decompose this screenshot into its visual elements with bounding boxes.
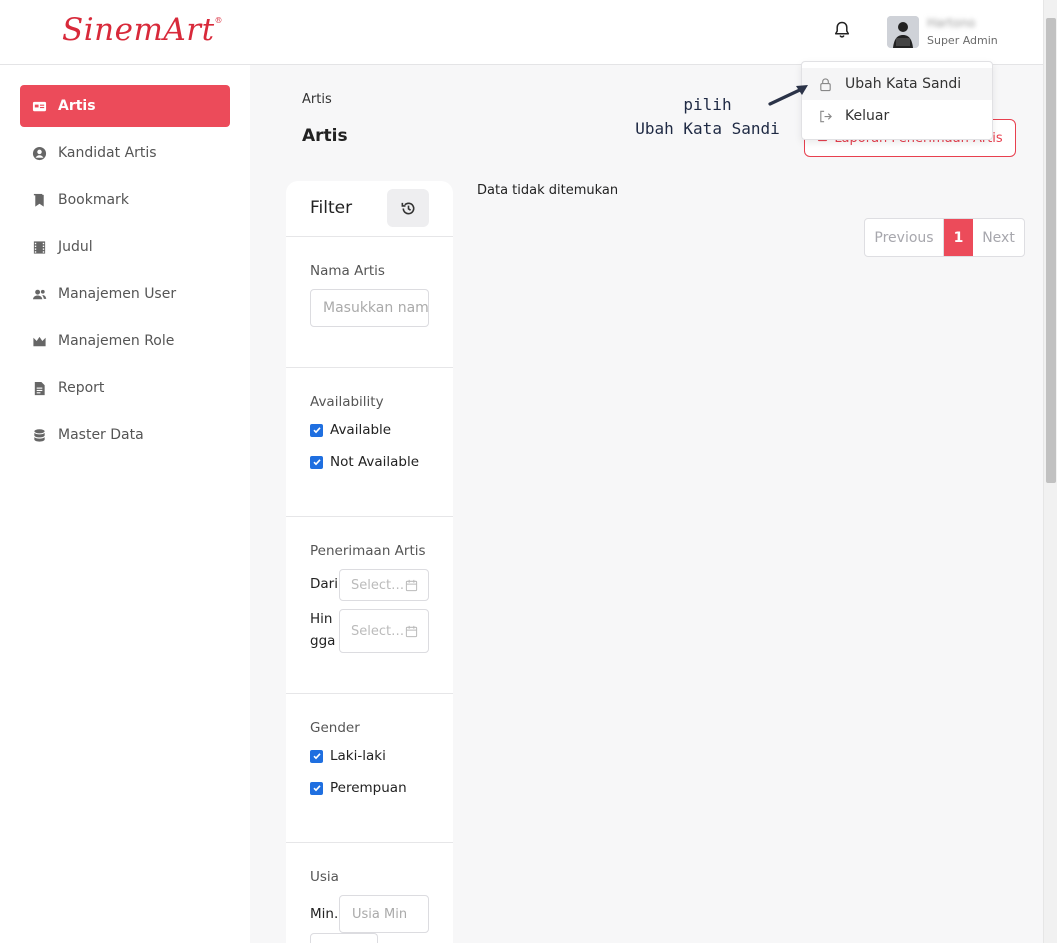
users-icon xyxy=(31,286,47,302)
user-role: Super Admin xyxy=(927,34,998,47)
pagination-next[interactable]: Next xyxy=(973,219,1024,256)
page-title: Artis xyxy=(302,126,348,146)
sidebar: Artis Kandidat Artis Bookmark Judul Mana… xyxy=(0,65,250,943)
page-scrollbar[interactable] xyxy=(1043,0,1057,943)
sidebar-item-kandidat-artis[interactable]: Kandidat Artis xyxy=(20,132,230,174)
checkbox-checked-icon xyxy=(310,423,323,437)
nama-artis-label: Nama Artis xyxy=(310,263,385,279)
hingga-label-line: Hin xyxy=(310,611,333,627)
nama-artis-input[interactable]: Masukkan nama xyxy=(310,289,429,327)
logout-menu-item[interactable]: Keluar xyxy=(802,100,992,132)
document-icon xyxy=(31,380,47,396)
sidebar-item-label: Report xyxy=(58,380,105,396)
penerimaan-artis-label: Penerimaan Artis xyxy=(310,543,426,559)
gender-label: Gender xyxy=(310,720,360,736)
sidebar-item-bookmark[interactable]: Bookmark xyxy=(20,179,230,221)
sidebar-item-master-data[interactable]: Master Data xyxy=(20,414,230,456)
user-menu-dropdown: Ubah Kata Sandi Keluar xyxy=(801,61,993,140)
filter-header: Filter xyxy=(286,181,453,237)
pagination-previous[interactable]: Previous xyxy=(865,219,944,256)
notification-bell-icon[interactable] xyxy=(832,20,852,40)
section-divider xyxy=(286,693,453,694)
bookmark-icon xyxy=(31,192,47,208)
sidebar-item-label: Artis xyxy=(58,98,96,114)
filter-panel: Filter Nama Artis Masukkan nama Availabi… xyxy=(286,181,453,943)
availability-label: Availability xyxy=(310,394,384,410)
sidebar-item-manajemen-role[interactable]: Manajemen Role xyxy=(20,320,230,362)
avatar[interactable] xyxy=(887,16,919,48)
brand-logo[interactable]: SinemArt® xyxy=(62,12,223,48)
checkbox-checked-icon xyxy=(310,749,323,763)
availability-not-available-checkbox[interactable]: Not Available xyxy=(310,454,419,470)
film-icon xyxy=(31,239,47,255)
checkbox-checked-icon xyxy=(310,781,323,795)
dari-label: Dari xyxy=(310,576,338,592)
sidebar-item-label: Judul xyxy=(58,239,93,255)
id-card-icon xyxy=(31,98,47,114)
usia-label: Usia xyxy=(310,869,339,885)
checkbox-label: Available xyxy=(330,422,392,438)
gender-laki-laki-checkbox[interactable]: Laki-laki xyxy=(310,748,386,764)
lock-icon xyxy=(820,77,831,91)
menu-item-label: Ubah Kata Sandi xyxy=(845,76,962,92)
date-to-input[interactable]: Select date xyxy=(339,609,429,653)
empty-state-message: Data tidak ditemukan xyxy=(477,183,619,198)
checkbox-checked-icon xyxy=(310,455,323,469)
pagination: Previous 1 Next xyxy=(864,218,1025,257)
section-divider xyxy=(286,842,453,843)
sidebar-item-label: Manajemen Role xyxy=(58,333,175,349)
menu-item-label: Keluar xyxy=(845,108,890,124)
hingga-label-line: gga xyxy=(310,633,336,649)
change-password-menu-item[interactable]: Ubah Kata Sandi xyxy=(802,68,992,100)
checkbox-label: Perempuan xyxy=(330,780,407,796)
brand-mark: ® xyxy=(214,16,224,25)
logout-icon xyxy=(820,110,832,122)
breadcrumb[interactable]: Artis xyxy=(302,92,332,107)
annotation-line: pilih xyxy=(683,95,732,114)
top-header: SinemArt® Hartono Super Admin xyxy=(0,0,1043,65)
checkbox-label: Laki-laki xyxy=(330,748,386,764)
checkbox-label: Not Available xyxy=(330,454,420,470)
brand-name: SinemArt xyxy=(62,12,215,48)
date-placeholder: Select date xyxy=(351,623,405,639)
section-divider xyxy=(286,516,453,517)
date-from-input[interactable]: Select date xyxy=(339,569,429,601)
scrollbar-thumb[interactable] xyxy=(1046,18,1056,483)
calendar-icon xyxy=(405,579,418,591)
tutorial-annotation: pilih Ubah Kata Sandi xyxy=(630,93,785,141)
sidebar-item-artis[interactable]: Artis xyxy=(20,85,230,127)
min-label: Min. xyxy=(310,906,339,922)
annotation-arrow-icon xyxy=(768,85,808,106)
user-name[interactable]: Hartono xyxy=(927,16,975,30)
sidebar-item-label: Kandidat Artis xyxy=(58,145,157,161)
sidebar-item-manajemen-user[interactable]: Manajemen User xyxy=(20,273,230,315)
crown-icon xyxy=(31,333,47,349)
history-icon xyxy=(401,202,414,214)
database-icon xyxy=(31,427,47,443)
sidebar-item-label: Manajemen User xyxy=(58,286,177,302)
section-divider xyxy=(286,367,453,368)
hingga-label: Hin gga xyxy=(310,608,335,652)
availability-available-checkbox[interactable]: Available xyxy=(310,422,391,438)
sidebar-item-report[interactable]: Report xyxy=(20,367,230,409)
pagination-page[interactable]: 1 xyxy=(944,219,973,256)
reset-filter-button[interactable] xyxy=(387,189,429,227)
sidebar-item-label: Bookmark xyxy=(58,192,129,208)
sidebar-item-judul[interactable]: Judul xyxy=(20,226,230,268)
usia-min-input[interactable]: Usia Min xyxy=(339,895,429,933)
sidebar-item-label: Master Data xyxy=(58,427,144,443)
annotation-line: Ubah Kata Sandi xyxy=(635,119,780,138)
calendar-icon xyxy=(405,625,418,637)
user-circle-icon xyxy=(31,145,47,161)
gender-perempuan-checkbox[interactable]: Perempuan xyxy=(310,780,407,796)
date-placeholder: Select date xyxy=(351,577,405,593)
usia-max-input[interactable] xyxy=(310,933,378,943)
filter-title: Filter xyxy=(310,198,353,218)
